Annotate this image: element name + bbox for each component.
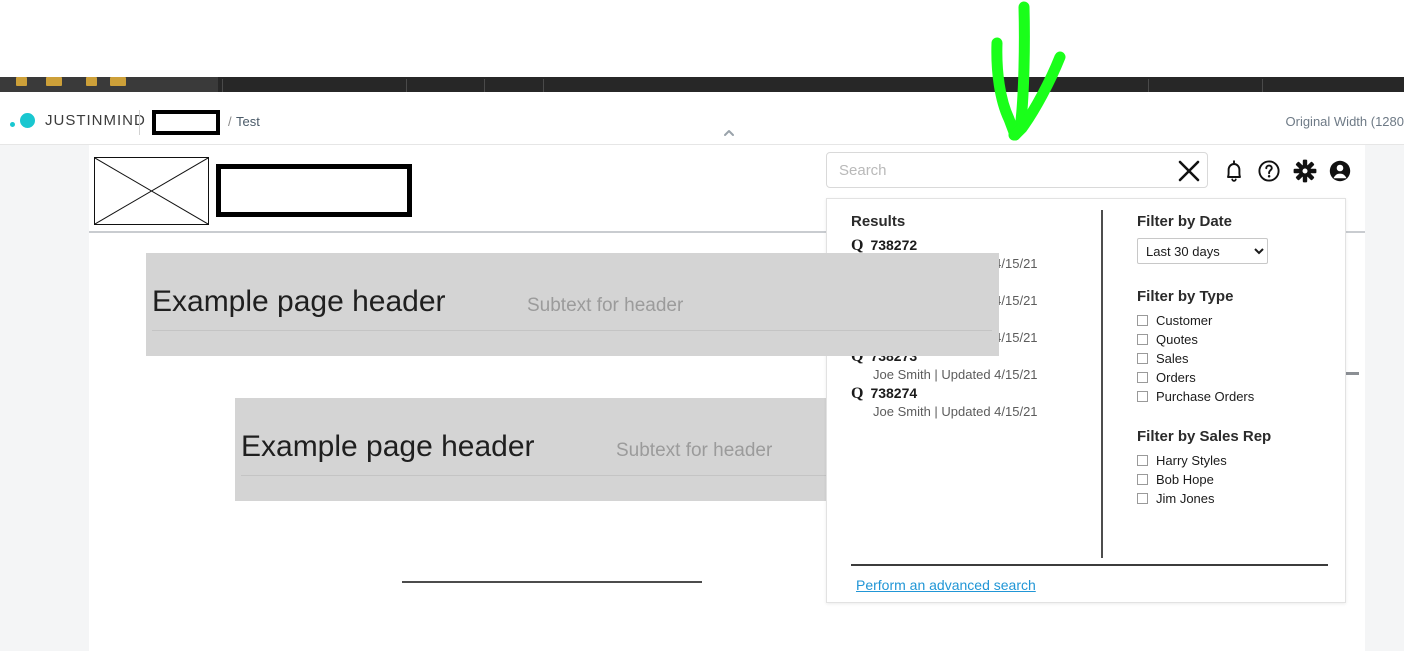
filter-type-orders[interactable]: Orders [1137,370,1332,385]
result-meta: Joe Smith | Updated 4/15/21 [873,367,1038,382]
gear-icon[interactable] [1291,157,1319,185]
checkbox-icon[interactable] [1137,455,1148,466]
checkbox-label: Customer [1156,313,1213,328]
brand-name: JUSTINMIND [45,112,146,129]
screenshot-root: JUSTINMIND / Test Original Width (1280 t… [0,0,1404,651]
bell-icon[interactable] [1220,157,1248,185]
checkbox-label: Orders [1156,370,1196,385]
checkbox-icon[interactable] [1137,372,1148,383]
help-icon[interactable] [1255,157,1283,185]
checkbox-icon[interactable] [1137,334,1148,345]
breadcrumb-separator: / [228,114,232,129]
checkbox-label: Sales [1156,351,1189,366]
toolbar-divider [139,110,140,135]
image-placeholder-icon [94,157,209,225]
checkbox-icon[interactable] [1137,315,1148,326]
panel-column-divider [1101,210,1103,558]
search-container [826,152,1208,188]
justinmind-logo[interactable]: JUSTINMIND [10,112,146,129]
page-header-underline-overlay [152,330,992,331]
list-item[interactable]: Q 738274 Joe Smith | Updated 4/15/21 [851,385,1096,419]
logo-dot-small-icon [10,122,15,127]
result-id: 738272 [870,237,918,253]
chrome-separator-6 [1262,79,1263,92]
search-input[interactable] [826,152,1208,188]
page-subtitle-overlay: Subtext for header [527,295,684,316]
browser-chrome-bar-left [0,77,218,92]
filter-date-select[interactable]: Last 30 days [1137,238,1268,264]
checkbox-label: Harry Styles [1156,453,1227,468]
breadcrumb-page[interactable]: Test [236,114,260,129]
checkbox-icon[interactable] [1137,474,1148,485]
checkbox-label: Purchase Orders [1156,389,1255,404]
chrome-separator-2 [406,79,407,92]
advanced-search-link[interactable]: Perform an advanced search [856,577,1036,593]
filter-rep-harry-styles[interactable]: Harry Styles [1137,453,1332,468]
checkbox-icon[interactable] [1137,493,1148,504]
page-title: Example page header [241,430,535,463]
result-meta: Joe Smith | Updated 4/15/21 [873,404,1038,419]
page-title-overlay: Example page header [152,285,446,318]
filter-sales-rep-heading: Filter by Sales Rep [1137,428,1272,445]
logo-dot-big-icon [20,113,35,128]
chrome-separator-4 [543,79,544,92]
filter-rep-bob-hope[interactable]: Bob Hope [1137,472,1332,487]
checkbox-label: Quotes [1156,332,1198,347]
chevron-up-icon[interactable] [722,128,736,138]
chrome-icon-1[interactable] [16,77,27,86]
filter-date-heading: Filter by Date [1137,213,1233,230]
filter-rep-jim-jones[interactable]: Jim Jones [1137,491,1332,506]
filter-type-customer[interactable]: Customer [1137,313,1332,328]
filter-type-sales[interactable]: Sales [1137,351,1332,366]
chrome-separator-1 [222,79,223,92]
checkbox-label: Bob Hope [1156,472,1214,487]
checkbox-label: Jim Jones [1156,491,1215,506]
chrome-separator-5 [1148,79,1149,92]
checkbox-icon[interactable] [1137,353,1148,364]
chrome-separator-3 [484,79,485,92]
filter-type-group: Filter by Type Customer Quotes Sales Ord… [1137,288,1332,404]
quote-icon: Q [851,385,864,402]
chrome-icon-2[interactable] [46,77,62,86]
filter-sales-rep-group: Filter by Sales Rep Harry Styles Bob Hop… [1137,428,1332,506]
panel-footer-divider [851,564,1328,566]
title-placeholder-box[interactable] [216,164,412,217]
results-heading: Results [851,213,906,230]
zoom-level-label: Original Width (1280 [1285,114,1404,129]
screen-name-box[interactable] [152,110,220,135]
chrome-icon-3[interactable] [86,77,97,86]
filters-column: Filter by Date Last 30 days Filter by Ty… [1137,213,1332,510]
page-header-block-overlay: Example page header Subtext for header [146,253,999,356]
filter-type-quotes[interactable]: Quotes [1137,332,1332,347]
filter-type-purchase-orders[interactable]: Purchase Orders [1137,389,1332,404]
result-id: 738274 [870,385,918,401]
page-subtitle: Subtext for header [616,440,773,461]
checkbox-icon[interactable] [1137,391,1148,402]
content-divider [402,581,702,583]
filter-type-heading: Filter by Type [1137,288,1234,305]
close-icon[interactable] [1175,157,1203,185]
chrome-icon-4[interactable] [110,77,126,86]
user-icon[interactable] [1326,157,1354,185]
